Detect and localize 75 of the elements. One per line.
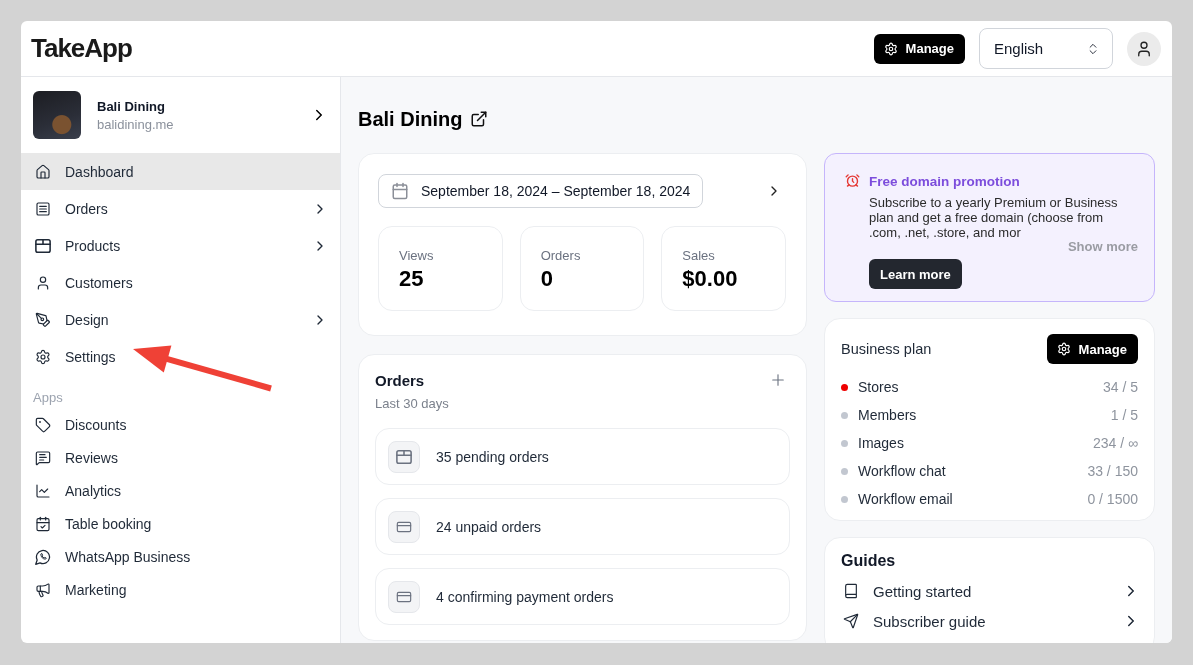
plus-icon <box>769 371 787 389</box>
plan-item-label: Members <box>858 407 917 423</box>
app-logo: TakeApp <box>31 33 132 64</box>
settings-icon <box>35 348 51 365</box>
alarm-clock-icon <box>845 173 860 188</box>
plan-item-label: Stores <box>858 379 899 395</box>
plan-item-label: Workflow chat <box>858 463 946 479</box>
learn-more-button[interactable]: Learn more <box>869 259 962 289</box>
guide-link[interactable]: Subscriber guide <box>841 606 1140 636</box>
guide-link[interactable]: Getting started <box>841 576 1140 606</box>
user-icon <box>35 274 51 291</box>
megaphone-icon <box>35 581 51 598</box>
store-domain: balidining.me <box>97 116 174 132</box>
nav-item[interactable]: Orders <box>21 190 340 227</box>
nav-item[interactable]: Reviews <box>21 441 340 474</box>
manage-button[interactable]: Manage <box>873 33 965 64</box>
credit-card-icon <box>388 510 420 543</box>
date-range-button[interactable]: September 18, 2024 – September 18, 2024 <box>378 174 704 208</box>
settings-icon <box>883 41 898 56</box>
order-status-row[interactable]: 4 confirming payment orders <box>375 568 790 625</box>
list-icon <box>35 200 51 217</box>
calendar-check-icon <box>35 515 51 532</box>
card-title: Guides <box>841 551 897 571</box>
section-heading: Apps <box>33 390 63 406</box>
stat-value: 0 <box>540 265 553 293</box>
plan-item-label: Images <box>858 435 904 451</box>
plan-item-label: Workflow email <box>858 491 953 507</box>
nav-item[interactable]: WhatsApp Business <box>21 540 340 573</box>
tag-icon <box>35 416 51 433</box>
nav-item[interactable]: Products <box>21 227 340 264</box>
store-name: Bali Dining <box>97 98 165 114</box>
stat-value: 25 <box>399 265 424 293</box>
paper-plane-icon <box>843 613 859 629</box>
order-status-row[interactable]: 24 unpaid orders <box>375 498 790 555</box>
calendar-icon <box>391 182 409 200</box>
nav-item[interactable]: Design <box>21 301 340 338</box>
settings-icon <box>1056 342 1071 356</box>
user-icon <box>1135 39 1153 58</box>
stat-label: Orders <box>540 248 581 264</box>
nav-item[interactable]: Discounts <box>21 408 340 441</box>
box-icon <box>35 237 51 254</box>
store-title: Bali Dining <box>358 107 463 131</box>
promo-text: Subscribe to a yearly Premium or Business plan and get a free domain (choose from .com, .net, .store, and mor <box>869 195 1119 240</box>
card-subtitle: Last 30 days <box>375 396 449 412</box>
house-icon <box>35 163 51 180</box>
plan-item-usage: 33 / 150 <box>1087 463 1138 479</box>
order-status-row[interactable]: 35 pending orders <box>375 428 790 485</box>
nav-item[interactable]: Dashboard <box>21 153 340 190</box>
stat-value: $0.00 <box>682 265 738 293</box>
nav-item[interactable]: Marketing <box>21 573 340 606</box>
message-icon <box>35 449 51 466</box>
nav-item[interactable]: Settings <box>21 338 340 375</box>
external-link-icon[interactable] <box>470 110 489 128</box>
manage-button[interactable]: Manage <box>1046 334 1138 364</box>
nav-item[interactable]: Analytics <box>21 474 340 507</box>
avatar-button[interactable] <box>1127 31 1161 66</box>
credit-card-icon <box>388 580 420 613</box>
plan-item-usage: 1 / 5 <box>1110 407 1138 423</box>
box-icon <box>388 440 420 473</box>
photo-placeholder <box>33 91 81 139</box>
line-chart-icon <box>35 482 51 499</box>
promo-title: Free domain promotion <box>869 173 1021 191</box>
book-icon <box>843 583 859 599</box>
stat-label: Sales <box>682 248 715 264</box>
plan-item-usage: 0 / 1500 <box>1087 491 1138 507</box>
plan-item-usage: 234 / ∞ <box>1093 435 1138 451</box>
nav-item[interactable]: Customers <box>21 264 340 301</box>
language-select[interactable]: English <box>979 28 1113 69</box>
stat-label: Views <box>399 248 434 264</box>
pen-nib-icon <box>35 311 51 328</box>
chat-phone-icon <box>35 548 51 565</box>
nav-item[interactable]: Table booking <box>21 507 340 540</box>
card-title: Business plan <box>841 341 932 357</box>
card-title: Orders <box>375 371 425 389</box>
plan-item-usage: 34 / 5 <box>1102 379 1138 395</box>
